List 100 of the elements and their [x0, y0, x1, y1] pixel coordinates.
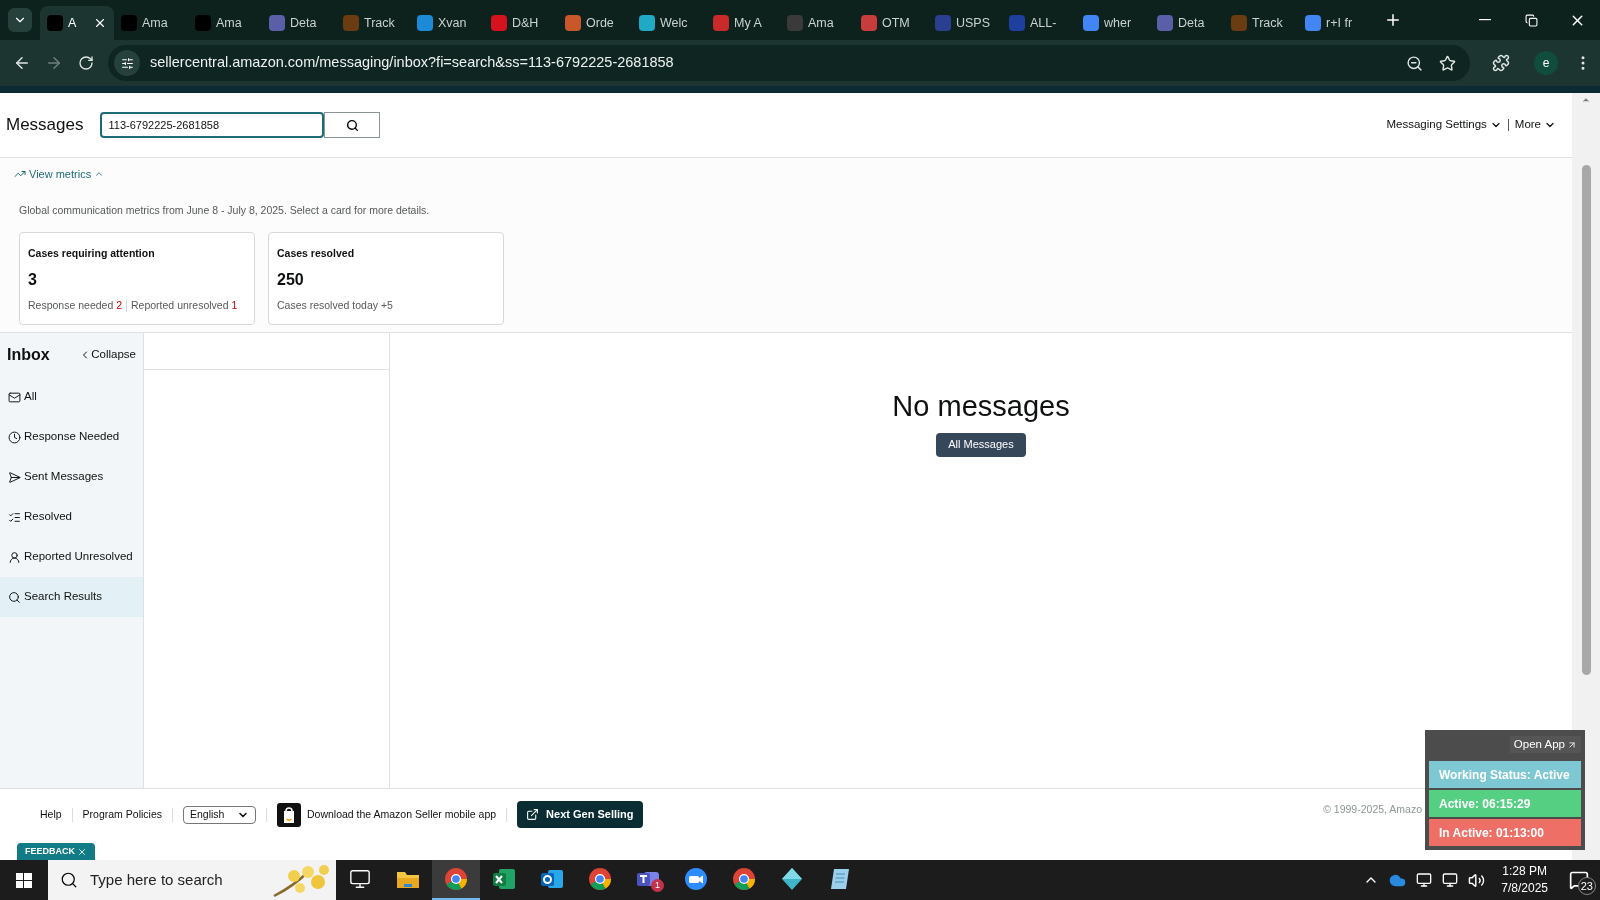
address-bar[interactable]: sellercentral.amazon.com/messaging/inbox?fi=search&ss=113-6792225-2681858: [108, 45, 1470, 81]
taskbar-search-field[interactable]: Type here to search: [48, 860, 336, 900]
status-row: Working Status: Active: [1429, 761, 1581, 789]
notification-count: 23: [1577, 876, 1596, 895]
inbox-nav-item[interactable]: All: [0, 377, 143, 417]
reload-icon[interactable]: [78, 55, 94, 71]
browser-tab[interactable]: OTM: [854, 6, 928, 40]
metric-card[interactable]: Cases resolved 250 Cases resolved today +5: [268, 232, 504, 326]
mail-icon: [8, 390, 21, 404]
browser-tab[interactable]: Orde: [558, 6, 632, 40]
browser-tab[interactable]: Track: [336, 6, 410, 40]
search-button[interactable]: [324, 112, 381, 138]
close-icon: [77, 846, 87, 857]
scroll-up-icon[interactable]: [1581, 95, 1591, 105]
inbox-nav-item[interactable]: Sent Messages: [0, 457, 143, 497]
display-icon[interactable]: [1416, 872, 1433, 888]
status-row: Active: 06:15:29: [1429, 790, 1581, 818]
card-detail: Cases resolved today +5: [277, 298, 393, 313]
chrome-icon: [587, 866, 613, 892]
forward-icon[interactable]: [45, 54, 63, 72]
checklist-icon: [8, 510, 21, 524]
blossom-branch-drawing: [272, 862, 332, 898]
minimize-icon: [1479, 19, 1491, 21]
inbox-title: Inbox: [7, 345, 50, 365]
browser-tab[interactable]: D&H: [484, 6, 558, 40]
dropdown-menu[interactable]: More: [1514, 116, 1556, 134]
browser-tab[interactable]: wher: [1076, 6, 1150, 40]
status-row: In Active: 01:13:00: [1429, 819, 1581, 847]
zoom-out-icon[interactable]: [1406, 54, 1423, 72]
restore-icon: [1524, 13, 1538, 27]
chrome-icon: [731, 866, 757, 892]
amazon-app-icon: [277, 802, 301, 827]
arrow-up-right-icon: [1567, 739, 1577, 750]
extensions-icon[interactable]: [1492, 54, 1510, 72]
dropdown-menu[interactable]: Messaging Settings: [1386, 116, 1502, 134]
card-title: Cases resolved: [277, 246, 356, 262]
browser-tab[interactable]: Deta: [262, 6, 336, 40]
new-tab-icon[interactable]: [1384, 11, 1402, 29]
view-metrics-link[interactable]: View metrics: [14, 166, 105, 183]
browser-tab[interactable]: Ama: [188, 6, 262, 40]
browser-tab[interactable]: r+I fr: [1298, 6, 1372, 40]
app-download-link[interactable]: Download the Amazon Seller mobile app: [307, 806, 497, 823]
metric-card[interactable]: Cases requiring attention 3 Response needed 2 Reported unresolved 1: [19, 232, 255, 326]
card-detail: Reported unresolved 1: [131, 298, 238, 313]
inbox-nav-item[interactable]: Response Needed: [0, 417, 143, 457]
external-link-icon: [526, 808, 540, 821]
taskbar-app-button[interactable]: 1: [624, 860, 672, 900]
feedback-tab[interactable]: FEEDBACK: [17, 843, 95, 860]
url-text: sellercentral.amazon.com/messaging/inbox?fi=search&ss=113-6792225-2681858: [150, 53, 674, 73]
spreadsheet-icon: [491, 866, 517, 892]
copyright-text: © 1999-2025, Amazo: [1323, 801, 1422, 817]
search-icon: [346, 118, 359, 132]
scrollbar[interactable]: [1572, 93, 1600, 860]
close-tab-icon[interactable]: [93, 16, 107, 30]
bookmark-star-icon[interactable]: [1439, 54, 1456, 72]
card-value: 3: [28, 270, 38, 290]
metrics-summary: Global communication metrics from June 8 - July 8, 2025. Select a card for more details.: [19, 202, 431, 218]
tab-search-button[interactable]: [8, 8, 32, 32]
open-app-button[interactable]: Open App: [1509, 736, 1581, 754]
badge-count: 1: [651, 879, 664, 892]
card-detail: Response needed 2: [28, 298, 122, 313]
back-icon[interactable]: [13, 54, 31, 72]
send-icon: [8, 470, 21, 484]
browser-tab[interactable]: A: [40, 6, 114, 40]
browser-tab[interactable]: Xvan: [410, 6, 484, 40]
card-value: 250: [277, 270, 305, 290]
search-icon: [8, 590, 21, 604]
browser-tab[interactable]: ALL-: [1002, 6, 1076, 40]
browser-tab[interactable]: Track: [1224, 6, 1298, 40]
taskbar-app-button[interactable]: [432, 860, 480, 900]
inbox-nav-item[interactable]: Reported Unresolved: [0, 537, 143, 577]
next-gen-selling-button[interactable]: Next Gen Selling: [517, 801, 643, 828]
footer-link[interactable]: Help: [40, 806, 62, 823]
clock[interactable]: 1:28 PM 7/8/2025: [1501, 863, 1548, 897]
page-title: Messages: [6, 114, 84, 137]
person-icon: [8, 550, 21, 564]
browser-tab[interactable]: Ama: [114, 6, 188, 40]
volume-icon[interactable]: [1468, 871, 1486, 889]
all-messages-button[interactable]: All Messages: [936, 432, 1026, 457]
browser-tab[interactable]: My A: [706, 6, 780, 40]
diamond-app-icon: [779, 866, 805, 892]
browser-tab[interactable]: Welc: [632, 6, 706, 40]
chrome-icon: [443, 866, 469, 892]
footer-link[interactable]: Program Policies: [82, 806, 162, 823]
browser-tab[interactable]: USPS: [928, 6, 1002, 40]
search-icon: [60, 871, 78, 889]
sliders-icon: [120, 56, 134, 70]
inbox-nav-item[interactable]: Search Results: [0, 577, 143, 617]
card-title: Cases requiring attention: [28, 246, 156, 262]
profile-avatar[interactable]: e: [1534, 51, 1558, 75]
clock-icon: [8, 430, 21, 444]
browser-tab[interactable]: Ama: [780, 6, 854, 40]
notification-button[interactable]: 23: [1564, 865, 1594, 895]
language-select[interactable]: English: [183, 805, 256, 824]
browser-tab[interactable]: Deta: [1150, 6, 1224, 40]
scrollbar-thumb[interactable]: [1581, 165, 1591, 675]
inbox-nav-item[interactable]: Resolved: [0, 497, 143, 537]
collapse-button[interactable]: Collapse: [79, 346, 136, 364]
search-field[interactable]: 113-6792225-2681858: [100, 112, 325, 138]
site-settings-button[interactable]: [114, 50, 140, 76]
